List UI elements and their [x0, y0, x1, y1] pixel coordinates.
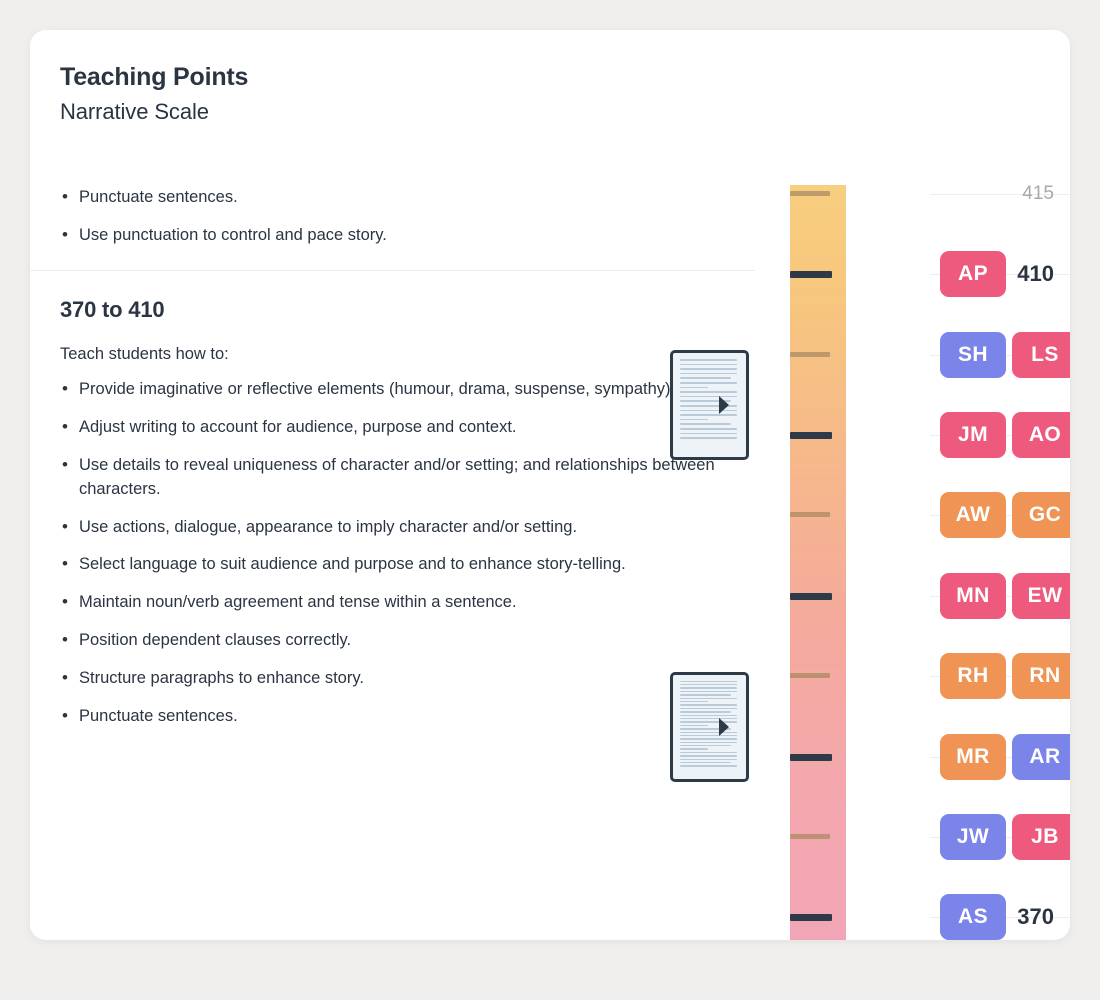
handwriting-sample-380[interactable] [670, 671, 749, 782]
student-badge-row: RH RN [940, 653, 1070, 700]
student-badge[interactable]: JB [1012, 814, 1070, 861]
student-badge[interactable]: GC [1012, 492, 1070, 539]
card-header: Teaching Points Narrative Scale [30, 30, 755, 160]
teaching-point-band: Punctuate sentences. Use punctuation to c… [30, 160, 755, 248]
scale-tick-395 [790, 512, 830, 518]
scale-tick-405 [790, 351, 830, 357]
student-badge-row: AP [940, 251, 1006, 298]
teaching-points-card: Teaching Points Narrative Scale Punctuat… [30, 30, 1070, 940]
teaching-point-band: 370 to 410 Teach students how to: Provide … [30, 297, 755, 729]
student-badge[interactable]: MN [940, 572, 1006, 619]
handwriting-sample-400[interactable] [670, 350, 749, 461]
student-badge-row: SH LS [940, 331, 1070, 378]
teaching-point-item: Provide imaginative or reflective elemen… [60, 377, 715, 402]
scale-tick-385 [790, 673, 830, 679]
teaching-point-item: Use details to reveal uniqueness of char… [60, 453, 715, 502]
student-distribution-plot: 415410AP405SHLS400JMAO395AWGC390MNEW385R… [846, 160, 1070, 940]
scale-tick-390 [790, 592, 832, 600]
band-divider [30, 269, 755, 271]
teaching-point-item: Punctuate sentences. [60, 704, 715, 729]
page-subtitle: Narrative Scale [60, 99, 209, 124]
teaching-point-item: Adjust writing to account for audience, … [60, 415, 715, 440]
scale-tick-400 [790, 432, 832, 440]
student-badge[interactable]: EW [1012, 572, 1070, 619]
student-badge-row: JM AO [940, 412, 1070, 459]
narrative-scale-gradient-bar [790, 185, 846, 940]
student-badge[interactable]: AW [940, 492, 1006, 539]
student-badge[interactable]: LS [1012, 331, 1070, 378]
scale-tick-410 [790, 271, 832, 279]
teaching-point-item: Select language to suit audience and pur… [60, 552, 715, 577]
student-badge-row: JW JB [940, 814, 1070, 861]
band-lead-text: Teach students how to: [60, 344, 229, 363]
scale-tick-415 [790, 190, 830, 196]
scale-tick-370 [790, 914, 832, 922]
scale-tick-375 [790, 834, 830, 840]
teaching-point-item: Structure paragraphs to enhance story. [60, 666, 715, 691]
scale-tick-380 [790, 753, 832, 761]
teaching-point-item: Punctuate sentences. [60, 185, 715, 210]
axis-label-415: 415 [1022, 182, 1054, 204]
teaching-point-list: Provide imaginative or reflective elemen… [60, 377, 715, 729]
student-badge[interactable]: JM [940, 412, 1006, 459]
band-range-title: 370 to 410 [60, 296, 165, 322]
student-badge[interactable]: AS [940, 894, 1006, 940]
student-badge[interactable]: JW [940, 814, 1006, 861]
work-sample-pointer-icon [719, 717, 729, 736]
teaching-points-scroll-area[interactable]: Punctuate sentences. Use punctuation to c… [30, 160, 755, 940]
teaching-point-item: Position dependent clauses correctly. [60, 628, 715, 653]
student-badge[interactable]: AR [1012, 733, 1070, 780]
student-badge[interactable]: AO [1012, 412, 1070, 459]
student-badge[interactable]: AP [940, 251, 1006, 298]
student-badge[interactable]: MR [940, 733, 1006, 780]
student-badge-row: MR AR [940, 733, 1070, 780]
student-badge[interactable]: SH [940, 331, 1006, 378]
teaching-point-item: Use punctuation to control and pace stor… [60, 223, 715, 248]
student-badge[interactable]: RN [1012, 653, 1070, 700]
student-badge[interactable]: RH [940, 653, 1006, 700]
student-badge-row: MN EW [940, 572, 1070, 619]
teaching-point-item: Maintain noun/verb agreement and tense w… [60, 590, 715, 615]
page-title: Teaching Points [60, 63, 249, 91]
teaching-point-list: Punctuate sentences. Use punctuation to c… [60, 185, 715, 248]
student-badge-row: AS [940, 894, 1006, 940]
student-badge-row: AW GC [940, 492, 1070, 539]
work-sample-pointer-icon [719, 396, 729, 415]
teaching-point-item: Use actions, dialogue, appearance to imp… [60, 515, 715, 540]
